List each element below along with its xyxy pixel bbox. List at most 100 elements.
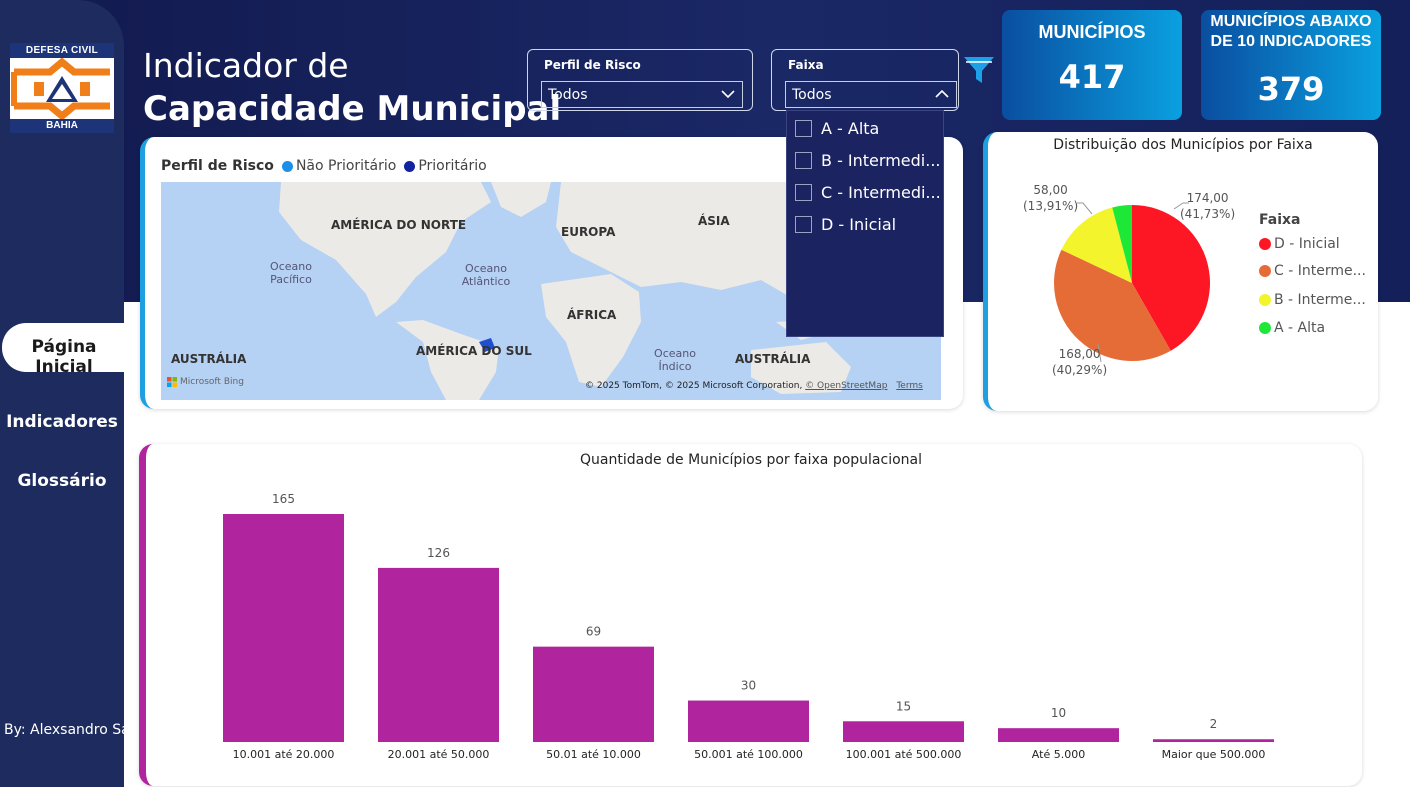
bar-chart[interactable]: 165 10.001 até 20.000 126 20.001 até 50.000… <box>146 474 1356 784</box>
pie-pct: (13,91%) <box>1023 199 1079 213</box>
bar[interactable] <box>533 646 654 742</box>
legend-label: Não Prioritário <box>295 158 397 174</box>
filter-icon[interactable] <box>962 53 996 87</box>
legend-label: Prioritário <box>418 158 487 174</box>
legend-dot-icon <box>1259 265 1271 277</box>
bar-data-label: 69 <box>586 625 601 639</box>
checkbox-icon[interactable] <box>795 183 812 201</box>
legend-label: A - Alta <box>1274 320 1326 336</box>
bar[interactable] <box>223 514 344 742</box>
map-legend: Perfil de Risco Não Prioritário Prioritá… <box>161 158 487 174</box>
faixa-option-c[interactable]: C - Intermedi... <box>795 180 943 204</box>
checkbox-icon[interactable] <box>795 151 812 169</box>
legend-dot-icon <box>404 160 416 172</box>
chevron-down-icon <box>721 90 735 99</box>
nav-item-pagina-inicial[interactable]: Página Inicial <box>2 337 126 377</box>
bar-chart-title: Quantidade de Municípios por faixa popul… <box>579 452 923 468</box>
legend-label: C - Interme... <box>1274 263 1366 279</box>
bar-data-label: 10 <box>1051 706 1066 720</box>
page-title-line2: Capacidade Municipal <box>143 89 562 129</box>
kpi-value: 417 <box>1058 58 1126 96</box>
nav-item-indicadores[interactable]: Indicadores <box>0 412 124 432</box>
bar[interactable] <box>1153 739 1274 742</box>
bar-category-label: 50.001 até 100.000 <box>694 748 803 761</box>
perfil-de-risco-slicer: Perfil de Risco Todos <box>527 49 753 111</box>
map-label-north-america: AMÉRICA DO NORTE <box>331 218 467 232</box>
slicer-value: Todos <box>548 87 588 103</box>
kpi-title: MUNICÍPIOS <box>1038 22 1146 42</box>
pie-leader-line <box>1077 202 1093 215</box>
faixa-dropdown[interactable]: Todos <box>785 81 957 108</box>
bar[interactable] <box>378 567 499 742</box>
bing-attribution: Microsoft Bing <box>167 377 244 387</box>
option-label: B - Intermedi... <box>821 150 941 170</box>
faixa-option-a[interactable]: A - Alta <box>795 116 943 140</box>
map-label-europe: EUROPA <box>561 225 616 239</box>
checkbox-icon[interactable] <box>795 119 812 137</box>
pie-legend-title: Faixa <box>1259 212 1301 228</box>
map-label-australia-right: AUSTRÁLIA <box>735 352 811 366</box>
checkbox-icon[interactable] <box>795 215 812 233</box>
page-title-line1: Indicador de <box>143 46 349 85</box>
bar-category-label: 100.001 até 500.000 <box>846 748 962 761</box>
legend-dot-icon <box>1259 238 1271 250</box>
logo-emblem-icon <box>10 58 114 120</box>
bar-data-label: 165 <box>272 492 295 506</box>
osm-link[interactable]: © OpenStreetMap <box>805 381 887 391</box>
faixa-slicer: Faixa Todos <box>771 49 959 111</box>
slicer-label: Perfil de Risco <box>544 58 641 72</box>
legend-dot-icon <box>281 160 293 172</box>
pie-label-b: 58,00 (13,91%) <box>1023 182 1078 214</box>
map-label-pacific: Oceano Pacífico <box>270 260 312 286</box>
option-label: D - Inicial <box>821 214 897 234</box>
bar-data-label: 126 <box>427 546 450 560</box>
pie-pct: (40,29%) <box>1052 363 1108 377</box>
bing-label: Microsoft Bing <box>180 377 244 387</box>
pie-legend-item[interactable]: B - Interme... <box>1259 292 1366 308</box>
bar[interactable] <box>843 721 964 742</box>
kpi-title-line2: DE 10 INDICADORES <box>1210 33 1372 50</box>
legend-dot-icon <box>1259 294 1271 306</box>
slicer-label: Faixa <box>788 58 824 72</box>
faixa-option-d[interactable]: D - Inicial <box>795 212 943 236</box>
pie-legend-item[interactable]: D - Inicial <box>1259 236 1340 252</box>
map-label-australia-left: AUSTRÁLIA <box>171 352 247 366</box>
bar-data-label: 2 <box>1210 717 1218 731</box>
bar-data-label: 15 <box>896 699 911 713</box>
option-label: C - Intermedi... <box>821 182 941 202</box>
legend-label: D - Inicial <box>1274 236 1340 252</box>
bar[interactable] <box>688 700 809 742</box>
bar[interactable] <box>998 728 1119 742</box>
chevron-up-icon <box>935 89 949 98</box>
nav-item-glossario[interactable]: Glossário <box>0 471 124 491</box>
pie-legend-item[interactable]: A - Alta <box>1259 320 1325 336</box>
copyright-text: © 2025 TomTom, © 2025 Microsoft Corporat… <box>585 381 803 391</box>
pie-value: 168,00 <box>1058 347 1101 361</box>
bar-category-label: 20.001 até 50.000 <box>388 748 490 761</box>
legend-label: B - Interme... <box>1274 292 1366 308</box>
kpi-value: 379 <box>1257 70 1325 108</box>
option-label: A - Alta <box>821 118 880 138</box>
faixa-option-b[interactable]: B - Intermedi... <box>795 148 943 172</box>
perfil-dropdown[interactable]: Todos <box>541 81 743 108</box>
kpi-municipios: MUNICÍPIOS 417 <box>1002 10 1182 120</box>
faixa-dropdown-list: A - Alta B - Intermedi... C - Intermedi.… <box>786 110 944 337</box>
pie-value: 174,00 <box>1186 191 1229 205</box>
legend-dot-icon <box>1259 322 1271 334</box>
map-label-indian: Oceano Índico <box>654 347 696 373</box>
map-label-atlantic: Oceano Atlântico <box>461 262 511 288</box>
bar-category-label: 50.01 até 10.000 <box>546 748 641 761</box>
map-label-africa: ÁFRICA <box>567 308 617 322</box>
microsoft-logo-icon <box>167 377 177 387</box>
bar-category-label: 10.001 até 20.000 <box>233 748 335 761</box>
pie-pct: (41,73%) <box>1180 207 1236 221</box>
terms-link[interactable]: Terms <box>896 381 923 391</box>
kpi-municipios-abaixo: MUNICÍPIOS ABAIXO DE 10 INDICADORES 379 <box>1201 10 1381 120</box>
pie-legend-item[interactable]: C - Interme... <box>1259 263 1366 279</box>
logo-top-text: DEFESA CIVIL <box>10 43 114 58</box>
bar-category-label: Até 5.000 <box>1032 748 1085 761</box>
bar-category-label: Maior que 500.000 <box>1162 748 1266 761</box>
pie-label-d: 174,00 (41,73%) <box>1180 190 1235 222</box>
map-legend-title: Perfil de Risco <box>161 158 274 174</box>
pie-label-c: 168,00 (40,29%) <box>1052 346 1107 378</box>
